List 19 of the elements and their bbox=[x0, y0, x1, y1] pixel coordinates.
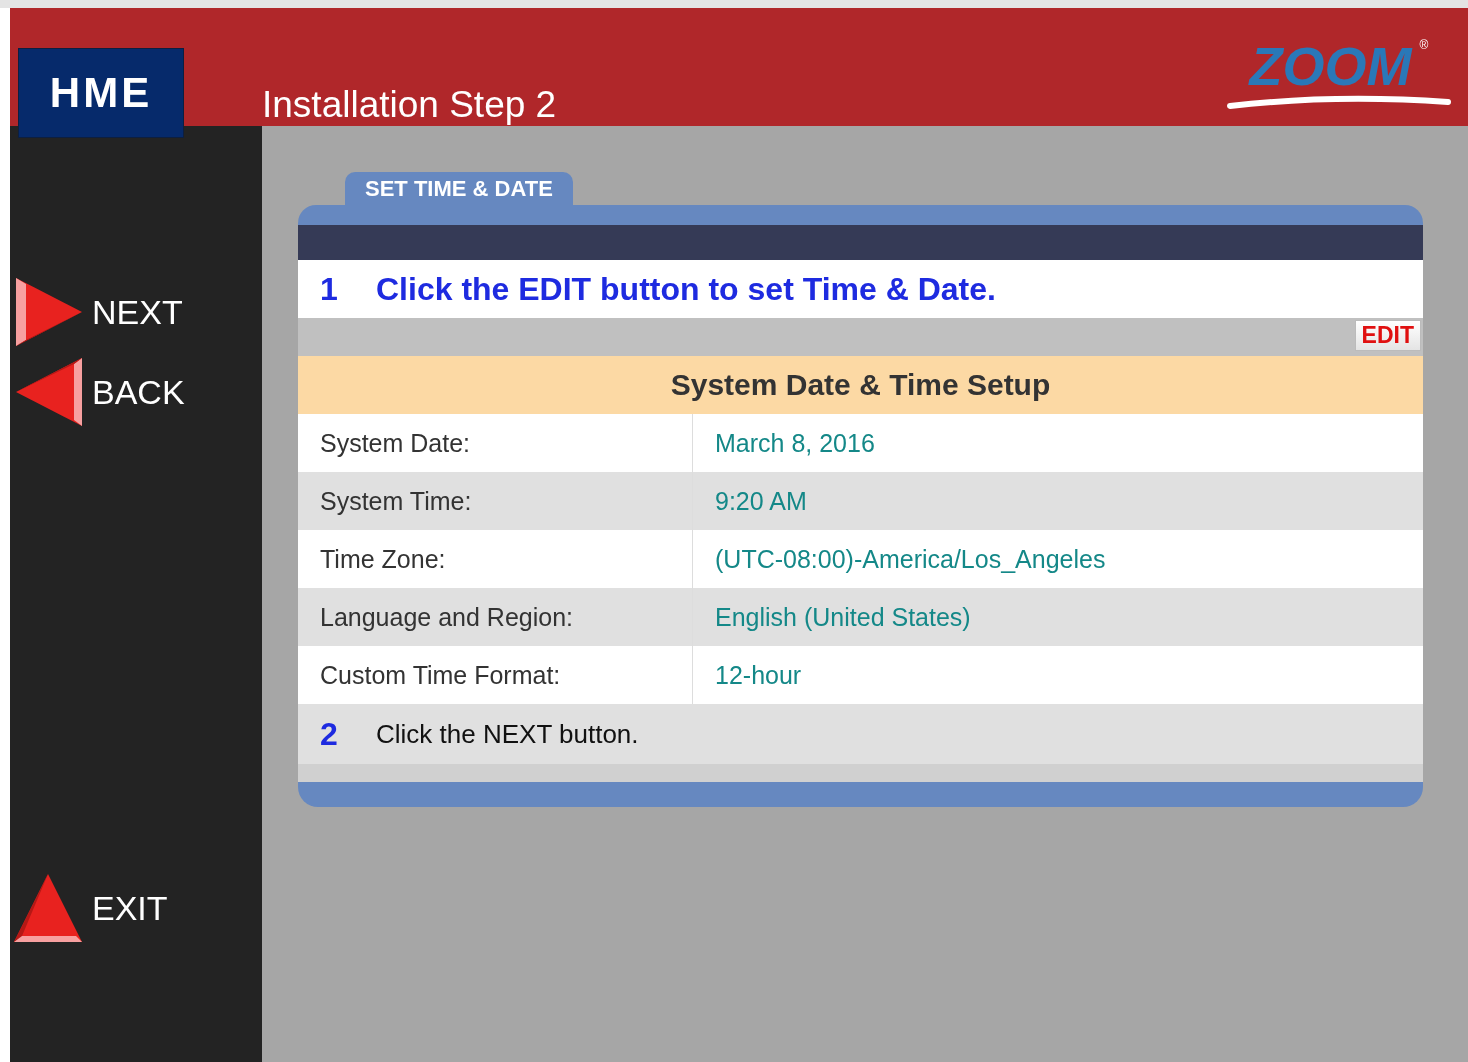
field-value: March 8, 2016 bbox=[714, 427, 876, 459]
section-tab[interactable]: SET TIME & DATE bbox=[345, 172, 573, 205]
up-arrow-icon bbox=[12, 872, 84, 944]
step-instruction: Click the NEXT button. bbox=[376, 718, 639, 750]
zoom-logo: ZOOM® bbox=[1224, 38, 1454, 110]
nav-button[interactable]: EXIT bbox=[12, 872, 202, 944]
nav-button[interactable]: BACK bbox=[12, 356, 202, 428]
step-number: 1 bbox=[320, 270, 339, 308]
table-title: System Date & Time Setup bbox=[298, 356, 1423, 414]
field-value: English (United States) bbox=[714, 601, 972, 633]
nav-button[interactable]: NEXT bbox=[12, 276, 202, 348]
field-value: (UTC-08:00)-America/Los_Angeles bbox=[714, 543, 1107, 575]
step-instruction: Click the EDIT button to set Time & Date. bbox=[376, 270, 996, 308]
page-title: Installation Step 2 bbox=[262, 84, 557, 126]
step-number: 2 bbox=[320, 715, 339, 753]
field-value: 12-hour bbox=[714, 659, 803, 691]
hme-logo: HME bbox=[18, 48, 184, 138]
field-value: 9:20 AM bbox=[714, 485, 808, 517]
edit-button[interactable]: EDIT bbox=[1354, 320, 1421, 351]
